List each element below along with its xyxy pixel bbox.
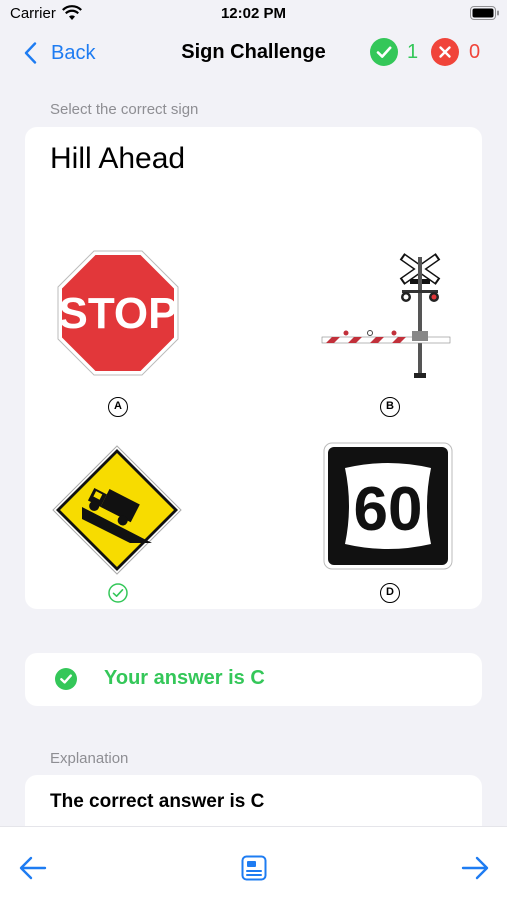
review-button[interactable] <box>240 854 268 887</box>
wrong-count: 0 <box>469 41 481 63</box>
previous-button[interactable] <box>18 854 48 887</box>
arrow-left-icon <box>19 856 47 880</box>
option-b[interactable]: B <box>315 245 460 420</box>
correct-count-icon <box>370 38 398 66</box>
option-a[interactable]: STOP A <box>45 245 190 420</box>
option-b-letter: B <box>380 397 400 417</box>
option-d[interactable]: 60 D <box>315 435 460 610</box>
explanation-label: Explanation <box>50 750 129 767</box>
battery-icon <box>470 6 500 25</box>
route-number-text: 60 <box>354 475 423 544</box>
list-card-icon <box>241 855 267 881</box>
option-c[interactable] <box>45 435 190 610</box>
arrow-right-icon <box>461 856 489 880</box>
option-c-correct-icon <box>108 583 128 608</box>
option-d-letter: D <box>380 583 400 603</box>
route-60-shield-icon: 60 <box>323 442 453 570</box>
next-button[interactable] <box>460 854 490 887</box>
status-time: 12:02 PM <box>220 5 287 22</box>
stop-sign-text: STOP <box>58 289 177 338</box>
hill-ahead-truck-icon <box>52 445 182 575</box>
option-a-letter: A <box>108 397 128 417</box>
wrong-count-icon <box>431 38 459 66</box>
question-prompt: Select the correct sign <box>50 101 199 118</box>
checkmark-circle-icon <box>55 668 77 690</box>
explanation-text: The correct answer is C <box>50 791 265 812</box>
stop-sign-icon: STOP <box>57 250 179 376</box>
correct-count: 1 <box>407 41 419 63</box>
railroad-crossing-gate-icon <box>321 253 451 378</box>
answer-result-text: Your answer is C <box>104 667 265 689</box>
question-title: Hill Ahead <box>50 142 186 175</box>
